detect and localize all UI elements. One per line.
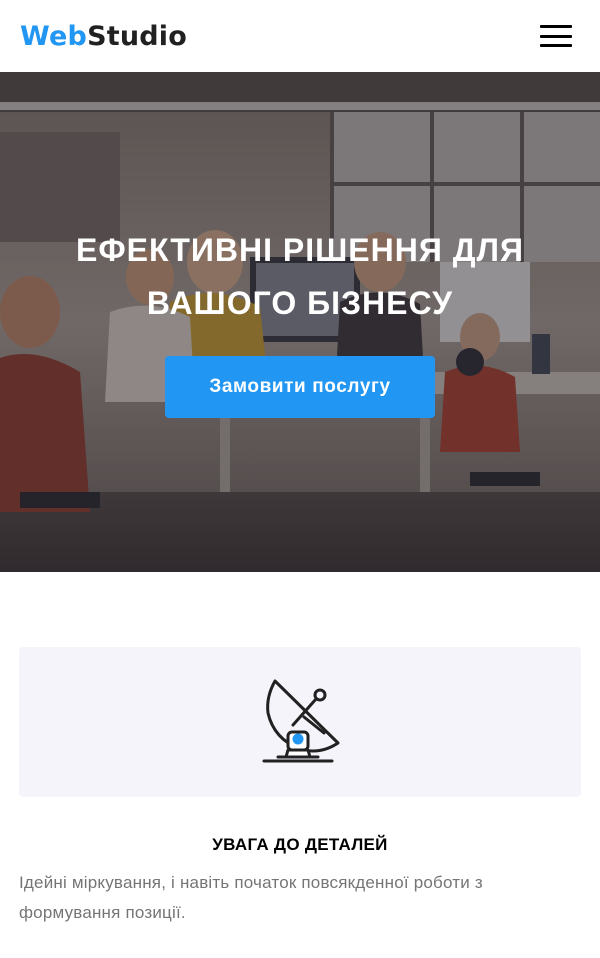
logo-studio: Studio <box>87 20 187 52</box>
hero-content: ЕФЕКТИВНІ РІШЕННЯ ДЛЯ ВАШОГО БІЗНЕСУ Зам… <box>0 72 600 418</box>
feature-section: УВАГА ДО ДЕТАЛЕЙ Ідейні міркування, і на… <box>0 572 600 928</box>
order-service-button[interactable]: Замовити послугу <box>165 356 435 418</box>
satellite-dish-icon <box>262 679 340 763</box>
logo-web: Web <box>20 20 88 52</box>
logo[interactable]: WebStudio <box>20 21 187 52</box>
menu-line <box>540 25 572 28</box>
hero-title: ЕФЕКТИВНІ РІШЕННЯ ДЛЯ ВАШОГО БІЗНЕСУ <box>76 232 524 321</box>
feature-text: Ідейні міркування, і навіть початок повс… <box>19 873 483 922</box>
feature-title: УВАГА ДО ДЕТАЛЕЙ <box>212 835 388 854</box>
site-header: WebStudio <box>0 0 600 72</box>
hamburger-menu-icon[interactable] <box>540 25 572 47</box>
menu-line <box>540 34 572 38</box>
feature-icon-card <box>19 647 581 797</box>
hero-section: ЕФЕКТИВНІ РІШЕННЯ ДЛЯ ВАШОГО БІЗНЕСУ Зам… <box>0 72 600 572</box>
menu-line <box>540 44 572 47</box>
